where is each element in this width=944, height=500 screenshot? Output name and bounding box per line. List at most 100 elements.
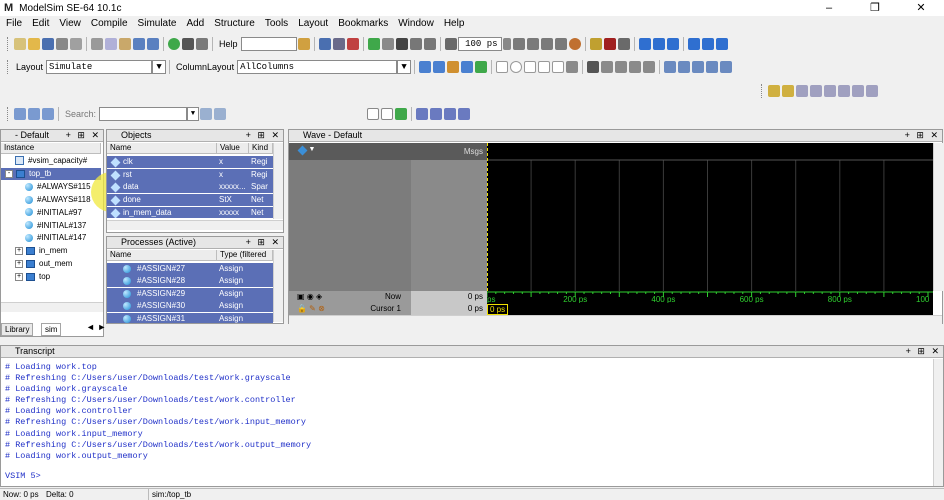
up-arrow-icon[interactable] [395, 38, 408, 50]
wave-ruler-icon[interactable] [524, 61, 537, 73]
zoom-mode-icon[interactable] [601, 61, 614, 73]
print-icon[interactable] [56, 38, 68, 50]
open-folder-icon[interactable] [28, 38, 40, 50]
column-layout-dropdown-icon[interactable]: ▼ [397, 60, 412, 74]
wave-doc-icon[interactable] [367, 108, 379, 120]
step-back-icon[interactable] [687, 38, 700, 50]
menu-layout[interactable]: Layout [298, 18, 328, 29]
menu-tools[interactable]: Tools [265, 18, 288, 29]
process-row[interactable]: #ASSIGN#28 Assign [107, 275, 273, 288]
edit-mode-icon[interactable] [629, 61, 642, 73]
transcript-prompt[interactable]: VSIM 5> [5, 471, 41, 481]
redo-icon[interactable] [147, 38, 159, 50]
memory-icon[interactable] [603, 38, 616, 50]
name-column-header[interactable]: Name [107, 143, 217, 154]
search-dropdown-icon[interactable]: ▼ [187, 107, 200, 121]
pane-controls[interactable]: + ⊞ ✕ [246, 237, 281, 248]
step-into-icon[interactable] [638, 38, 651, 50]
expand-toggle-icon[interactable]: - [5, 169, 13, 178]
run-length-field[interactable]: 100 ps [457, 37, 502, 51]
transcript-scrollbar[interactable] [933, 359, 943, 486]
find-options-icon[interactable] [196, 38, 208, 50]
paste-icon[interactable] [119, 38, 131, 50]
expand-toggle-icon[interactable]: + [15, 247, 23, 256]
object-row[interactable]: done StX Net [107, 194, 273, 207]
sim-options-icon[interactable] [381, 38, 394, 50]
copy-icon[interactable] [105, 38, 117, 50]
now-icons[interactable]: ▣ ◉ ◈ [297, 292, 322, 301]
menu-bookmarks[interactable]: Bookmarks [338, 18, 388, 29]
menu-window[interactable]: Window [398, 18, 434, 29]
process-row[interactable]: #ASSIGN#27 Assign [107, 263, 273, 275]
menu-simulate[interactable]: Simulate [138, 18, 177, 29]
menu-edit[interactable]: Edit [32, 18, 49, 29]
tab-sim[interactable]: sim [41, 323, 62, 336]
simulate-icon[interactable] [367, 38, 380, 50]
compile-icon[interactable] [318, 38, 331, 50]
process-row[interactable]: #ASSIGN#29 Assign [107, 287, 273, 300]
step-out-icon[interactable] [666, 38, 679, 50]
layout-select[interactable]: Simulate [46, 60, 153, 74]
wave-all-icon[interactable] [552, 61, 565, 73]
pane-controls[interactable]: + ⊞ ✕ [66, 130, 101, 141]
vertical-scrollbar[interactable] [273, 250, 283, 322]
performance-icon[interactable] [589, 38, 602, 50]
zoom-out-icon[interactable] [678, 61, 691, 73]
process-row[interactable]: #ASSIGN#30 Assign [107, 300, 273, 313]
run-icon[interactable] [512, 38, 525, 50]
pane-controls[interactable]: + ⊞ ✕ [246, 130, 281, 141]
cut-icon[interactable] [91, 38, 103, 50]
object-row[interactable]: rst x Regi [107, 168, 273, 181]
find-edge-icon[interactable] [768, 85, 780, 97]
tree-row[interactable]: #ALWAYS#118 [1, 194, 101, 206]
help-search-field[interactable] [240, 37, 297, 51]
wave-circle-icon[interactable] [510, 61, 523, 73]
maximize-button[interactable]: ❐ [852, 0, 898, 16]
hand-icon[interactable] [617, 38, 630, 50]
search-go-icon[interactable] [200, 108, 213, 120]
wave-compare-icon[interactable] [475, 61, 488, 73]
step-over-icon[interactable] [652, 38, 665, 50]
restart-icon[interactable] [444, 38, 457, 50]
wave-vertical-scrollbar[interactable] [933, 143, 943, 291]
cursor-marker[interactable]: 0 ps [487, 304, 509, 315]
object-row[interactable]: clk x Regi [107, 156, 273, 168]
signal-diamond-icon[interactable] [297, 145, 308, 156]
wave-blue4-icon[interactable] [458, 108, 470, 120]
wave-text-icon[interactable] [566, 61, 579, 73]
zoom-full-icon[interactable] [692, 61, 705, 73]
close-button[interactable]: ✕ [898, 0, 944, 16]
expand-toggle-icon[interactable]: + [15, 272, 23, 281]
process-row[interactable]: #ASSIGN#31 Assign [107, 312, 273, 323]
run-length-spinner-icon[interactable] [502, 38, 511, 50]
zoom-range-icon[interactable] [720, 61, 733, 73]
value-column-header[interactable]: Value [217, 143, 249, 154]
prev-falling-edge-icon[interactable] [810, 85, 822, 97]
continue-icon[interactable] [526, 38, 539, 50]
wave-group-icon[interactable] [433, 61, 446, 73]
wave-grid-icon[interactable] [538, 61, 551, 73]
print-preview-icon[interactable] [70, 38, 82, 50]
step-signal-icon[interactable] [14, 108, 26, 120]
reverse-continue-icon[interactable] [701, 38, 714, 50]
menu-help[interactable]: Help [444, 18, 465, 29]
wave-add-icon[interactable] [419, 61, 432, 73]
wave-list-icon[interactable] [381, 108, 393, 120]
forward-icon[interactable] [423, 38, 436, 50]
tree-row[interactable]: - top_tb [1, 167, 101, 180]
wave-bookmark-icon[interactable] [447, 61, 460, 73]
undo-icon[interactable] [133, 38, 145, 50]
compile-all-icon[interactable] [332, 38, 345, 50]
prev-rising-edge-icon[interactable] [838, 85, 850, 97]
zoom-cursor-icon[interactable] [706, 61, 719, 73]
menu-file[interactable]: File [6, 18, 22, 29]
edge-settings-icon[interactable] [866, 85, 878, 97]
tree-row[interactable]: #INITIAL#97 [1, 207, 101, 219]
tree-row[interactable]: #ALWAYS#115 [1, 181, 101, 193]
pan-mode-icon[interactable] [615, 61, 628, 73]
minimize-button[interactable]: – [806, 0, 852, 16]
tree-row[interactable]: + in_mem [1, 245, 101, 257]
dataflow-icon[interactable] [42, 108, 54, 120]
prev-edge-icon[interactable] [782, 85, 794, 97]
wave-blue-icon[interactable] [416, 108, 428, 120]
